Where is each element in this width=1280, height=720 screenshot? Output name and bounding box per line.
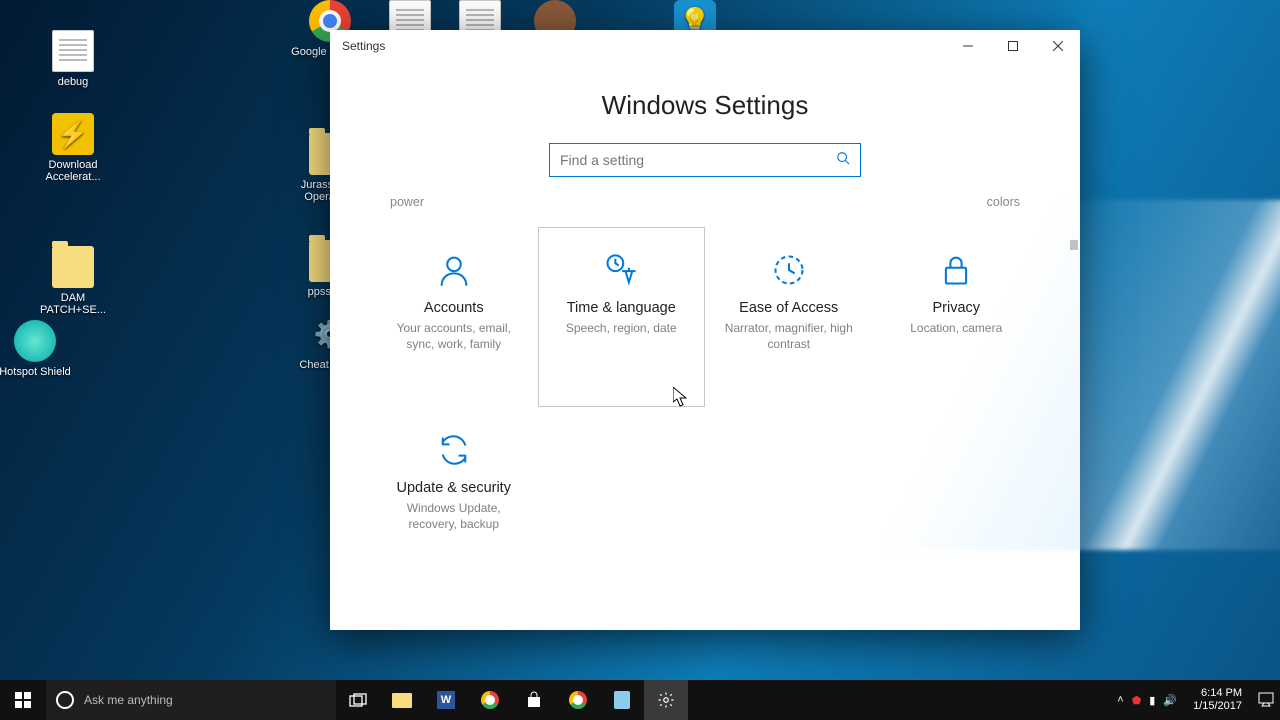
sync-icon: [436, 432, 472, 468]
page-title: Windows Settings: [330, 90, 1080, 121]
desktop-icon-label: DAM PATCH+SE...: [33, 292, 113, 316]
tile-desc: Narrator, magnifier, high contrast: [718, 320, 860, 352]
tile-name: Time & language: [567, 300, 676, 316]
folder-icon: [52, 246, 94, 288]
start-button[interactable]: [0, 680, 46, 720]
tile-name: Accounts: [424, 300, 484, 316]
tile-privacy[interactable]: Privacy Location, camera: [873, 227, 1041, 407]
tile-name: Update & security: [397, 480, 511, 496]
suggestions-row: power colors: [390, 195, 1020, 209]
hint-right[interactable]: colors: [987, 195, 1020, 209]
desktop[interactable]: debug ⚡ Download Accelerat... DAM PATCH+…: [0, 0, 1280, 720]
desktop-icon-label: Download Accelerat...: [33, 159, 113, 183]
settings-search[interactable]: [549, 143, 861, 177]
ease-of-access-icon: [771, 252, 807, 288]
taskbar-search[interactable]: Ask me anything: [46, 680, 336, 720]
tray-volume-icon[interactable]: 🔊: [1163, 694, 1177, 707]
desktop-icon-hotspot[interactable]: Hotspot Shield: [0, 320, 75, 378]
tile-ease-of-access[interactable]: Ease of Access Narrator, magnifier, high…: [705, 227, 873, 407]
tile-desc: Location, camera: [910, 320, 1002, 336]
taskbar-app-settings[interactable]: [644, 680, 688, 720]
tile-time-language[interactable]: Time & language Speech, region, date: [538, 227, 706, 407]
taskbar-app-explorer[interactable]: [380, 680, 424, 720]
cortana-icon: [56, 691, 74, 709]
tile-update-security[interactable]: Update & security Windows Update, recove…: [370, 407, 538, 587]
clock-date: 1/15/2017: [1193, 700, 1242, 713]
scrollbar[interactable]: [1070, 240, 1078, 250]
settings-body: Windows Settings power colors Accounts Y…: [330, 62, 1080, 630]
tile-name: Ease of Access: [739, 300, 838, 316]
settings-window: Settings Windows Settings power colors: [330, 30, 1080, 630]
tray-chevron-up-icon[interactable]: ˄: [1117, 694, 1123, 706]
tile-accounts[interactable]: Accounts Your accounts, email, sync, wor…: [370, 227, 538, 407]
taskbar-app-word[interactable]: W: [424, 680, 468, 720]
text-file-icon: [52, 30, 94, 72]
taskbar-app-store[interactable]: [512, 680, 556, 720]
tile-desc: Speech, region, date: [566, 320, 677, 336]
clock-time: 6:14 PM: [1193, 687, 1242, 700]
window-title: Settings: [342, 39, 385, 53]
taskbar-clock[interactable]: 6:14 PM 1/15/2017: [1185, 687, 1250, 713]
desktop-icon-download-accel[interactable]: ⚡ Download Accelerat...: [33, 113, 113, 183]
desktop-icon-dam-patch[interactable]: DAM PATCH+SE...: [33, 238, 113, 316]
search-input[interactable]: [560, 152, 836, 168]
tray-network-icon[interactable]: ▮: [1149, 694, 1155, 707]
window-minimize-button[interactable]: [945, 30, 990, 62]
task-view-button[interactable]: [336, 680, 380, 720]
search-icon: [836, 151, 850, 170]
action-center-icon[interactable]: [1258, 691, 1274, 710]
desktop-icon-label: debug: [33, 76, 113, 88]
taskbar-search-placeholder: Ask me anything: [84, 693, 173, 707]
lock-icon: [938, 252, 974, 288]
tile-desc: Your accounts, email, sync, work, family: [383, 320, 525, 352]
taskbar-app-chrome2[interactable]: [556, 680, 600, 720]
tray-shield-icon[interactable]: ⬟: [1132, 694, 1142, 707]
system-tray[interactable]: ˄ ⬟ ▮ 🔊 6:14 PM 1/15/2017: [1111, 687, 1280, 713]
tile-desc: Windows Update, recovery, backup: [383, 500, 525, 532]
desktop-icon-label: Hotspot Shield: [0, 366, 75, 378]
time-language-icon: [603, 252, 639, 288]
window-maximize-button[interactable]: [990, 30, 1035, 62]
hint-left[interactable]: power: [390, 195, 424, 209]
window-titlebar[interactable]: Settings: [330, 30, 1080, 62]
app-icon: [14, 320, 56, 362]
desktop-icon-debug[interactable]: debug: [33, 30, 113, 88]
taskbar: Ask me anything W ˄ ⬟ ▮ 🔊 6:14 PM 1/15/2…: [0, 680, 1280, 720]
tile-name: Privacy: [932, 300, 980, 316]
window-close-button[interactable]: [1035, 30, 1080, 62]
app-icon: ⚡: [52, 113, 94, 155]
settings-tiles: Accounts Your accounts, email, sync, wor…: [370, 227, 1040, 587]
taskbar-app-chrome[interactable]: [468, 680, 512, 720]
person-icon: [436, 252, 472, 288]
taskbar-app-generic[interactable]: [600, 680, 644, 720]
